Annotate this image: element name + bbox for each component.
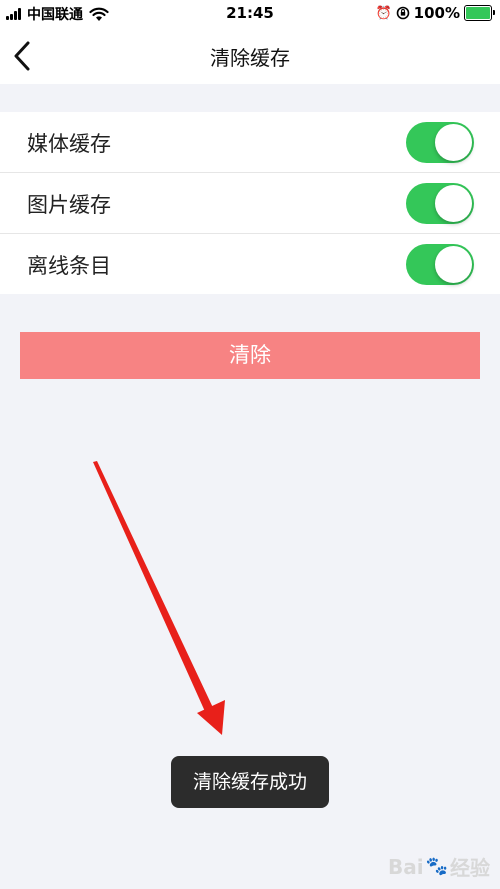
watermark: Bai 🐾 经验 [388,852,490,881]
paw-icon: 🐾 [425,856,448,877]
toast-message: 清除缓存成功 [171,756,329,808]
watermark-text-left: Bai [387,854,424,879]
arrow-shaft [93,461,215,716]
watermark-text-right: 经验 [450,856,490,880]
